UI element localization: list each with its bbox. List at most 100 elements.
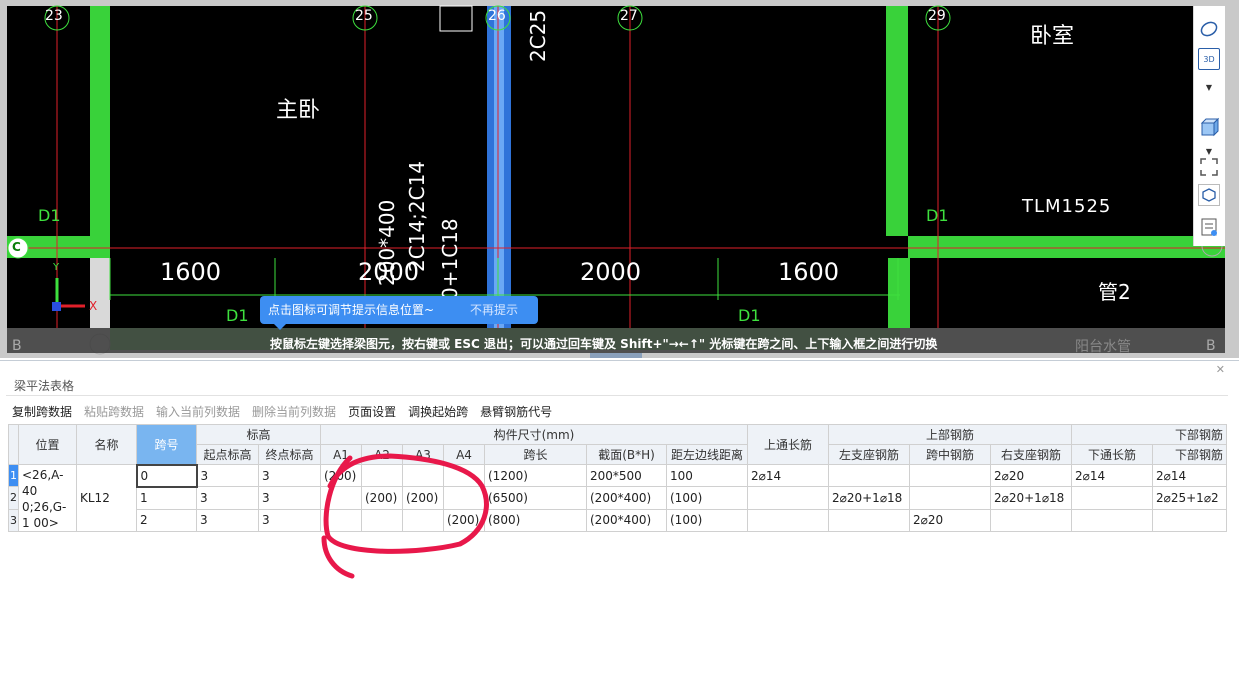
name-cell[interactable]: KL12 — [76, 464, 137, 532]
globe-icon[interactable] — [1198, 18, 1220, 40]
status-instruction: 按鼠标左键选择梁图元，按右键或 ESC 退出；可以通过回车键及 Shift+"→… — [270, 337, 938, 351]
mid-span-cell[interactable]: 2⌀20 — [909, 508, 991, 533]
span-cell[interactable]: 2 — [136, 508, 197, 533]
right-support-cell[interactable] — [990, 508, 1072, 533]
start-elev-cell[interactable]: 3 — [196, 463, 259, 488]
dismiss-hint-button[interactable]: 不再提示 — [470, 296, 518, 324]
table-row[interactable]: 2 1 3 3 (200) (200) (6500) (200*400) (10… — [8, 486, 1227, 510]
edge-dist-cell[interactable]: (100) — [666, 508, 748, 533]
3d-label: 3D — [1203, 54, 1215, 64]
pipe-label: 管2 — [1098, 280, 1131, 304]
section-cell[interactable]: 200*500 — [586, 463, 667, 488]
row-number[interactable]: 1 — [8, 463, 19, 488]
header-edge-dist: 距左边线距离 — [666, 444, 748, 465]
paste-span-button[interactable]: 粘贴跨数据 — [84, 403, 144, 421]
view-toolbar: 3D ▼ ▼ — [1193, 6, 1225, 246]
swap-start-span-button[interactable]: 调换起始跨 — [408, 403, 468, 421]
edge-dist-cell[interactable]: 100 — [666, 463, 748, 488]
header-start-elev: 起点标高 — [196, 444, 259, 465]
header-bottom-bar: 下部钢筋 — [1152, 444, 1227, 465]
beam-label-2c25: 2C25 — [526, 9, 550, 62]
row-number[interactable]: 3 — [8, 508, 19, 533]
grid-number-26: 26 — [488, 8, 506, 24]
right-support-cell[interactable]: 2⌀20 — [990, 463, 1072, 488]
wall-left — [90, 6, 110, 236]
grid-number-29: 29 — [928, 8, 946, 24]
red-annotation-scribble — [321, 453, 489, 579]
bottom-bar-cell[interactable]: 2⌀25+1⌀2 — [1152, 486, 1227, 510]
left-support-cell[interactable] — [828, 463, 910, 488]
axis-label-b-left: B — [12, 338, 22, 354]
grid-number-25: 25 — [355, 8, 373, 24]
dim-1600-right: 1600 — [778, 258, 840, 286]
span-cell[interactable]: 0 — [135, 463, 198, 488]
header-mid-span: 跨中钢筋 — [909, 444, 991, 465]
divider — [6, 395, 1228, 396]
left-support-cell[interactable] — [828, 508, 910, 533]
edge-dist-cell[interactable]: (100) — [666, 486, 748, 510]
3d-cube-icon[interactable]: 3D — [1198, 48, 1220, 70]
header-blank — [8, 424, 19, 465]
delete-column-button[interactable]: 删除当前列数据 — [252, 403, 336, 421]
top-through-cell[interactable] — [747, 486, 829, 510]
chevron-down-icon[interactable]: ▼ — [1198, 76, 1220, 98]
copy-span-button[interactable]: 复制跨数据 — [12, 403, 72, 421]
header-top-through: 上通长筋 — [747, 424, 829, 465]
bottom-through-cell[interactable] — [1071, 486, 1153, 510]
axis-y-label: Y — [53, 262, 60, 273]
d1-label-left: D1 — [38, 206, 61, 225]
d1-label-bottom: D1 — [738, 306, 761, 325]
header-bottom-through: 下通长筋 — [1071, 444, 1153, 465]
row-number[interactable]: 2 — [8, 486, 19, 510]
start-elev-cell[interactable]: 3 — [196, 486, 259, 510]
room-label-balcony-pipe: 阳台水管 — [1075, 339, 1131, 355]
mid-span-cell[interactable] — [909, 463, 991, 488]
properties-icon[interactable] — [1198, 216, 1220, 238]
input-column-button[interactable]: 输入当前列数据 — [156, 403, 240, 421]
header-right-support: 右支座钢筋 — [990, 444, 1072, 465]
beam-table-panel: 梁平法表格 ✕ 复制跨数据 粘贴跨数据 输入当前列数据 删除当前列数据 页面设置… — [0, 360, 1239, 689]
bottom-bar-cell[interactable] — [1152, 508, 1227, 533]
top-through-cell[interactable] — [747, 508, 829, 533]
close-icon[interactable]: ✕ — [1216, 363, 1225, 376]
fit-screen-icon[interactable] — [1198, 156, 1220, 178]
settings-cube-icon[interactable] — [1198, 184, 1220, 206]
cad-viewport[interactable]: 23 25 26 27 29 C B B 主卧 卧室 阳台水管 D1 D1 D1… — [0, 0, 1239, 358]
table-row[interactable]: 3 2 3 3 (200) (800) (200*400) (100) 2⌀20 — [8, 508, 1227, 533]
bottom-through-cell[interactable]: 2⌀14 — [1071, 463, 1153, 488]
header-name: 名称 — [76, 424, 137, 465]
header-span-no[interactable]: 跨号 — [136, 424, 197, 465]
page-setup-button[interactable]: 页面设置 — [348, 403, 396, 421]
room-label-master: 主卧 — [276, 98, 321, 123]
left-support-cell[interactable]: 2⌀20+1⌀18 — [828, 486, 910, 510]
room-label-bedroom: 卧室 — [1030, 24, 1075, 49]
axis-label-b-right: B — [1206, 338, 1216, 354]
header-top-rebar: 上部钢筋 — [828, 424, 1072, 445]
grid-number-23: 23 — [45, 8, 63, 24]
span-cell[interactable]: 1 — [136, 486, 197, 510]
section-cell[interactable]: (200*400) — [586, 508, 667, 533]
section-cell[interactable]: (200*400) — [586, 486, 667, 510]
right-support-cell[interactable]: 2⌀20+1⌀18 — [990, 486, 1072, 510]
header-bottom-rebar: 下部钢筋 — [1071, 424, 1227, 445]
table-row[interactable]: 1 <26,A-40 0;26,G-1 00> KL12 0 3 3 (200)… — [8, 463, 1227, 532]
bottom-through-cell[interactable] — [1071, 508, 1153, 533]
header-section: 截面(B*H) — [586, 444, 667, 465]
wall-right — [886, 6, 908, 236]
top-through-cell[interactable]: 2⌀14 — [747, 463, 829, 488]
hint-tooltip[interactable]: 点击图标可调节提示信息位置~ 不再提示 — [260, 296, 538, 330]
cad-drawing[interactable] — [0, 0, 1239, 358]
cantilever-code-button[interactable]: 悬臂钢筋代号 — [480, 403, 552, 421]
header-position: 位置 — [18, 424, 77, 465]
beam-label-1c18: 0+1C18 — [438, 218, 462, 300]
dim-2000-right: 2000 — [580, 258, 642, 286]
panel-resize-handle[interactable] — [590, 353, 642, 358]
header-left-support: 左支座钢筋 — [828, 444, 910, 465]
view-cube-icon[interactable] — [1198, 116, 1220, 138]
dim-1600-left: 1600 — [160, 258, 222, 286]
axis-x-label: X — [89, 299, 98, 313]
start-elev-cell[interactable]: 3 — [196, 508, 259, 533]
position-cell[interactable]: <26,A-40 0;26,G-1 00> — [18, 464, 77, 532]
bottom-bar-cell[interactable]: 2⌀14 — [1152, 463, 1227, 488]
mid-span-cell[interactable] — [909, 486, 991, 510]
